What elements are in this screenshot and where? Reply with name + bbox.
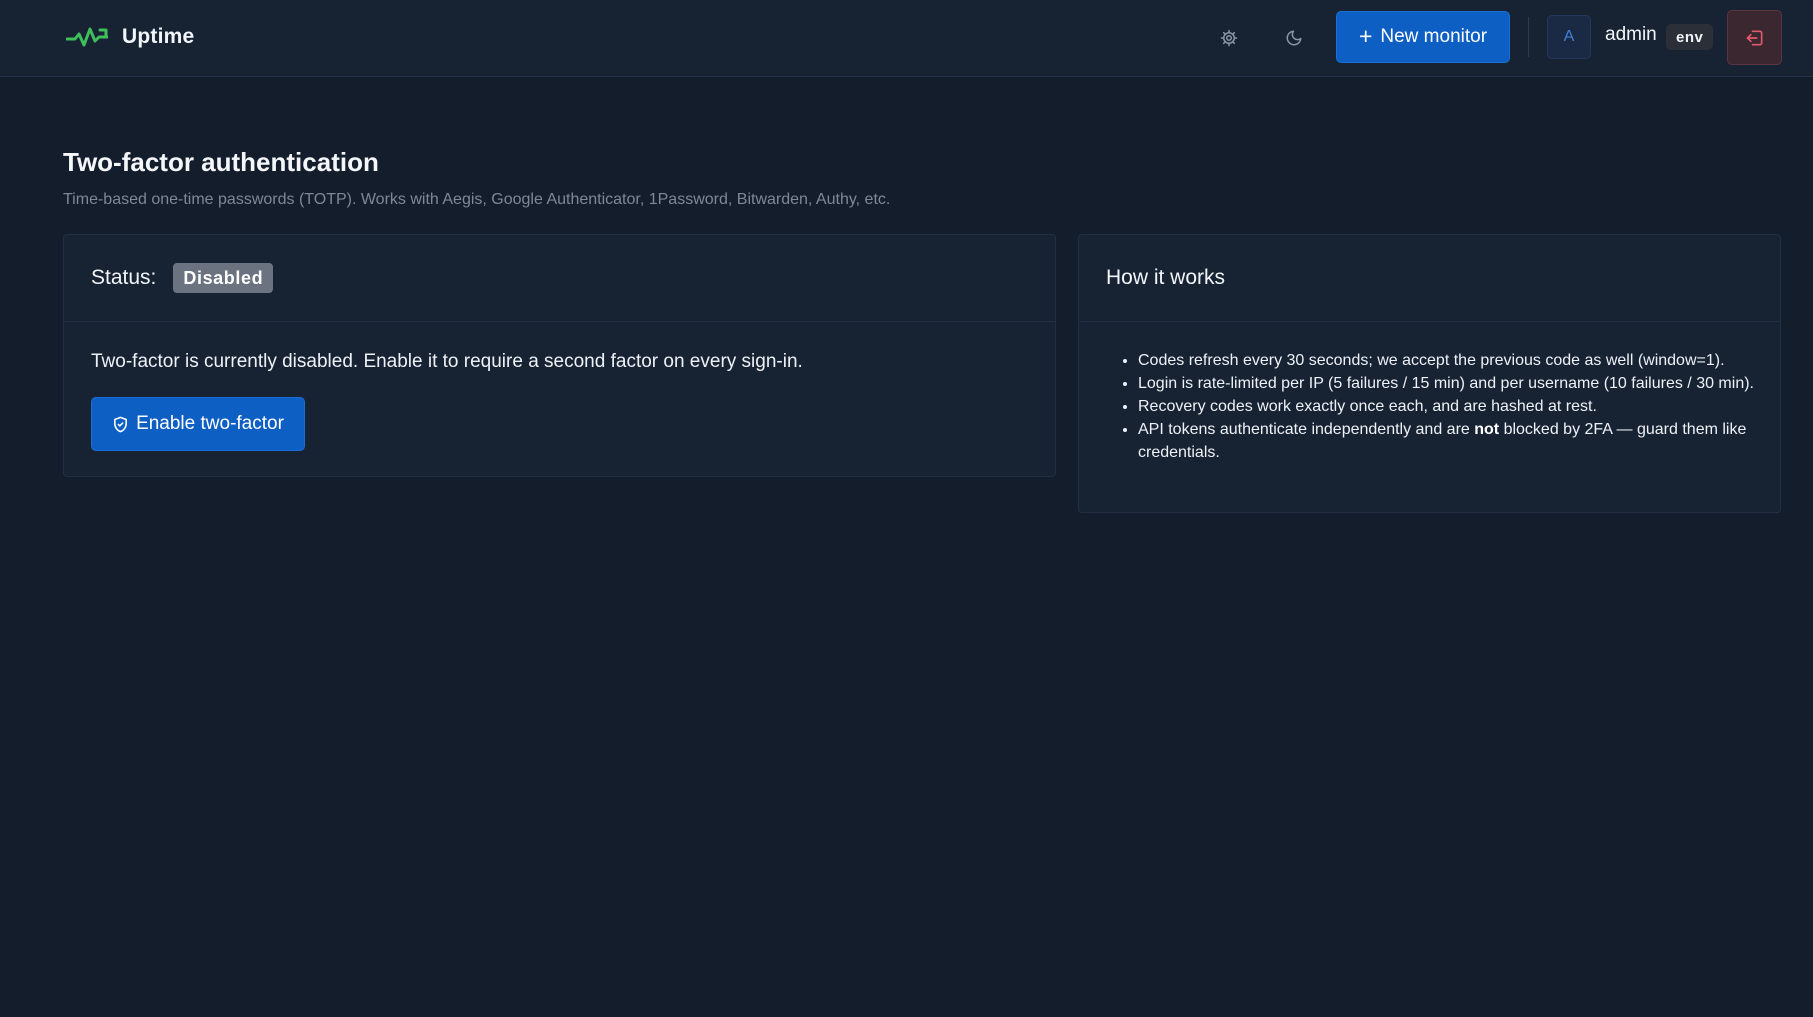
settings-button[interactable] (1209, 18, 1249, 58)
how-it-works-header: How it works (1079, 235, 1780, 322)
heartbeat-icon (66, 27, 108, 47)
list-item-emphasis: not (1474, 421, 1500, 438)
nav-divider (1528, 17, 1529, 57)
gear-icon (1220, 29, 1238, 47)
status-card-body: Two-factor is currently disabled. Enable… (64, 322, 1055, 451)
logout-button[interactable] (1727, 10, 1782, 65)
list-item: Login is rate-limited per IP (5 failures… (1138, 372, 1754, 395)
logout-icon (1746, 30, 1762, 46)
status-label: Status: (91, 266, 157, 289)
status-description: Two-factor is currently disabled. Enable… (91, 351, 803, 372)
new-monitor-label: New monitor (1380, 26, 1488, 47)
username: admin (1605, 24, 1657, 45)
env-badge: env (1666, 24, 1714, 50)
shield-icon (114, 416, 128, 432)
theme-toggle-button[interactable] (1274, 18, 1314, 58)
status-card-header: Status: Disabled (64, 235, 1055, 322)
new-monitor-button[interactable]: + New monitor (1336, 11, 1510, 63)
list-item-text: API tokens authenticate independently an… (1138, 421, 1475, 438)
list-item: Recovery codes work exactly once each, a… (1138, 395, 1754, 418)
plus-icon: + (1358, 22, 1373, 49)
how-it-works-title: How it works (1106, 266, 1226, 289)
status-badge: Disabled (173, 263, 274, 293)
status-card: Status: Disabled Two-factor is currently… (63, 234, 1056, 477)
enable-two-factor-button[interactable]: Enable two-factor (91, 397, 305, 451)
list-item: Codes refresh every 30 seconds; we accep… (1138, 349, 1754, 372)
page-subtitle: Time-based one-time passwords (TOTP). Wo… (63, 191, 891, 208)
app-name: Uptime (122, 25, 195, 48)
enable-two-factor-label: Enable two-factor (136, 413, 284, 434)
brand-link[interactable]: Uptime (66, 20, 194, 54)
top-navbar: Uptime + New monitor A admin env (0, 0, 1813, 77)
how-it-works-list: Codes refresh every 30 seconds; we accep… (1079, 322, 1780, 464)
how-it-works-card: How it works Codes refresh every 30 seco… (1078, 234, 1781, 513)
list-item: API tokens authenticate independently an… (1138, 418, 1754, 464)
moon-icon (1286, 30, 1302, 46)
page-title: Two-factor authentication (63, 147, 379, 177)
avatar[interactable]: A (1547, 15, 1591, 59)
